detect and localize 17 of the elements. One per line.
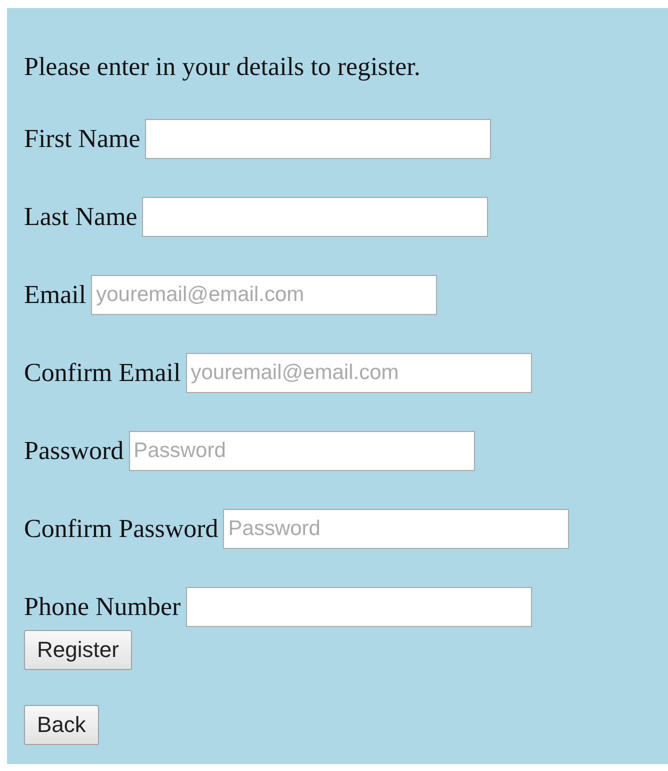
input-field[interactable]: youremail@email.com	[186, 353, 532, 393]
input-field[interactable]	[145, 119, 492, 159]
field-label: Email	[24, 280, 86, 310]
field-label: Phone Number	[24, 592, 181, 622]
field-label: Password	[24, 436, 124, 466]
field-label: First Name	[24, 124, 140, 154]
input-field[interactable]	[186, 587, 532, 627]
input-field[interactable]	[142, 197, 488, 237]
input-field[interactable]: Password	[128, 431, 475, 471]
input-field[interactable]: youremail@email.com	[91, 275, 438, 315]
intro-text: Please enter in your details to register.	[24, 52, 420, 82]
field-label: Last Name	[24, 202, 138, 232]
register-button[interactable]: Register	[24, 630, 132, 670]
input-field[interactable]: Password	[223, 509, 570, 549]
field-label: Confirm Email	[24, 358, 181, 388]
back-button[interactable]: Back	[24, 705, 99, 745]
field-label: Confirm Password	[24, 514, 218, 544]
